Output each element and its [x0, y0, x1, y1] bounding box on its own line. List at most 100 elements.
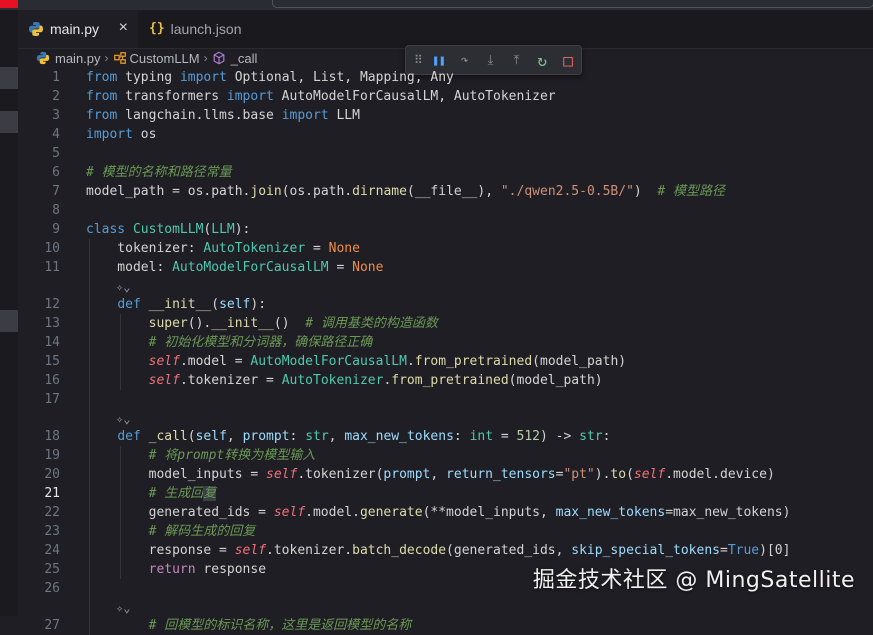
window-close-control[interactable]: [0, 0, 18, 8]
line-number[interactable]: 12: [18, 295, 60, 314]
breadcrumb-method-label: _call: [230, 50, 258, 66]
codelens-action[interactable]: ✧⌄: [116, 410, 130, 427]
code-token: CustomLLM: [132, 222, 204, 237]
code-token: self: [148, 373, 180, 388]
line-number[interactable]: 25: [18, 560, 60, 579]
code-token: import: [281, 108, 329, 123]
line-number[interactable]: 9: [18, 220, 60, 239]
line-number[interactable]: 24: [18, 541, 60, 560]
line-number[interactable]: 14: [18, 333, 60, 352]
line-number[interactable]: 8: [18, 201, 60, 220]
code-text: self.model = AutoModelForCausalLM.from_p…: [86, 352, 626, 371]
line-number[interactable]: 18: [18, 427, 60, 446]
code-token: response: [195, 562, 267, 577]
code-token: self: [266, 467, 298, 482]
code-token: prompt: [383, 467, 431, 482]
activity-item[interactable]: [0, 310, 18, 332]
line-number[interactable]: 26: [18, 579, 60, 598]
line-number[interactable]: 7: [18, 182, 60, 201]
line-number[interactable]: 17: [18, 390, 60, 409]
code-token: # 回模型的标识名称，这里是返回模型的名称: [148, 618, 412, 633]
activity-item[interactable]: [0, 111, 18, 133]
activity-item[interactable]: [0, 67, 18, 89]
code-token: from: [86, 108, 118, 123]
line-number[interactable]: 1: [18, 68, 60, 87]
line-number[interactable]: 22: [18, 503, 60, 522]
code-token: return: [148, 562, 196, 577]
line-number[interactable]: 20: [18, 465, 60, 484]
code-token: (**model_inputs,: [422, 505, 556, 520]
code-token: .: [406, 354, 415, 369]
code-line: 18 def _call(self, prompt: str, max_new_…: [18, 427, 873, 446]
code-text: # 将prompt转换为模型输入: [86, 446, 316, 465]
breadcrumb-class[interactable]: CustomLLM: [113, 51, 200, 66]
command-center[interactable]: [272, 0, 873, 8]
code-token: True: [727, 543, 760, 558]
code-token: os: [132, 127, 157, 142]
code-token: str: [579, 429, 603, 444]
line-number[interactable]: 10: [18, 239, 60, 258]
code-line: 19 # 将prompt转换为模型输入: [18, 446, 873, 465]
code-token: self: [633, 467, 666, 482]
code-token: (): [273, 316, 306, 331]
line-number[interactable]: 11: [18, 258, 60, 277]
code-line: 6 # 模型的名称和路径常量: [18, 163, 873, 182]
line-number[interactable]: 6: [18, 163, 60, 182]
breadcrumb-method[interactable]: _call: [212, 50, 258, 66]
line-number[interactable]: 5: [18, 144, 60, 163]
code-line: 2 from transformers import AutoModelForCa…: [18, 87, 873, 106]
code-token: max_new_tokens: [344, 429, 454, 444]
line-number[interactable]: 16: [18, 371, 60, 390]
class-icon: [113, 52, 126, 64]
code-token: .model.device): [665, 467, 775, 482]
code-editor[interactable]: 1 from typing import Optional, List, Mapp…: [18, 68, 873, 635]
code-token: langchain.llms.base: [117, 108, 282, 123]
line-number[interactable]: 3: [18, 106, 60, 125]
code-token: (: [626, 467, 634, 482]
tab-launch-json[interactable]: {} launch.json: [139, 10, 267, 48]
code-text: # 生成回复: [86, 484, 217, 503]
code-token: _call: [148, 429, 188, 444]
code-text: class CustomLLM(LLM):: [86, 220, 250, 239]
code-token: super: [148, 316, 188, 331]
line-number[interactable]: 2: [18, 87, 60, 106]
line-number[interactable]: 4: [18, 125, 60, 144]
code-token: None: [352, 260, 384, 275]
code-text: def _call(self, prompt: str, max_new_tok…: [86, 427, 610, 446]
code-token: ):: [234, 222, 251, 237]
watermark: 掘金技术社区 @ MingSatellite: [532, 568, 855, 593]
code-token: __init__: [148, 297, 212, 312]
code-token: ,: [226, 429, 243, 444]
line-number[interactable]: 19: [18, 446, 60, 465]
line-number[interactable]: 21: [18, 484, 60, 503]
code-token: LLM: [328, 108, 360, 123]
code-token: :: [602, 429, 611, 444]
line-number[interactable]: 15: [18, 352, 60, 371]
code-token: model:: [86, 260, 173, 275]
codelens-action[interactable]: ✧⌄: [116, 278, 130, 295]
code-line: 10 tokenizer: AutoTokenizer = None: [18, 239, 873, 258]
close-icon[interactable]: ×: [119, 19, 128, 37]
code-line: 15 self.model = AutoModelForCausalLM.fro…: [18, 352, 873, 371]
tab-main-py[interactable]: main.py ×: [18, 10, 138, 48]
code-line: 3 from langchain.llms.base import LLM: [18, 106, 873, 125]
code-token: # 模型路径: [657, 184, 726, 199]
drag-handle-icon[interactable]: ⠿: [414, 53, 426, 67]
code-token: return_tensors: [446, 467, 556, 482]
line-number[interactable]: 27: [18, 616, 60, 635]
code-line: 12 def __init__(self):: [18, 295, 873, 314]
line-number[interactable]: 13: [18, 314, 60, 333]
code-token: ,: [430, 467, 447, 482]
code-text: from langchain.llms.base import LLM: [86, 106, 360, 125]
breadcrumb-file[interactable]: main.py: [36, 51, 101, 66]
code-token: self: [148, 354, 180, 369]
code-token: int: [469, 429, 494, 444]
code-token: from_pretrained: [414, 354, 533, 369]
line-number[interactable]: 23: [18, 522, 60, 541]
codelens-action[interactable]: ✧⌄: [116, 599, 130, 616]
breadcrumb-class-label: CustomLLM: [129, 50, 200, 66]
code-text: super().__init__() # 调用基类的构造函数: [86, 314, 438, 333]
